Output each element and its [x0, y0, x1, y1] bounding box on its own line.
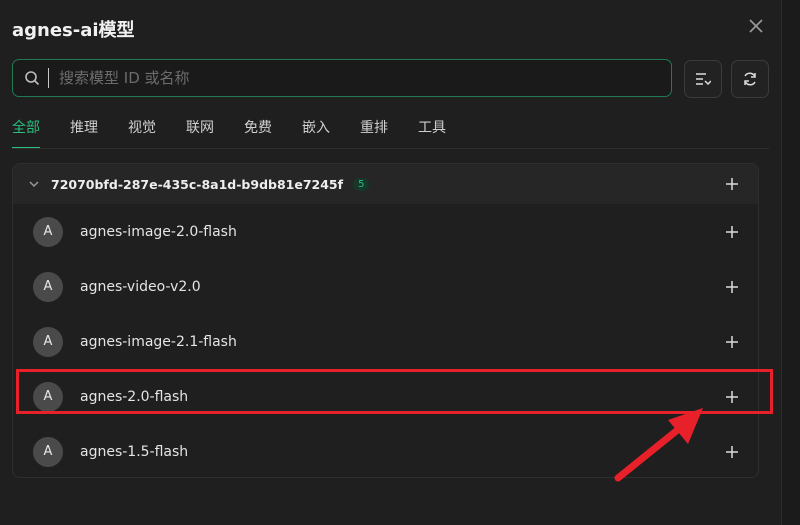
group-count-badge: 5 — [353, 177, 370, 191]
plus-icon — [726, 390, 738, 403]
refresh-button[interactable] — [731, 60, 769, 98]
search-input[interactable] — [57, 68, 671, 88]
tab-free[interactable]: 免费 — [244, 117, 272, 149]
model-name: agnes-1.5-flash — [80, 443, 189, 460]
tabs-divider — [12, 148, 769, 149]
refresh-icon — [744, 72, 756, 86]
avatar: A — [33, 216, 63, 247]
add-model-button[interactable] — [724, 334, 740, 350]
add-model-button[interactable] — [724, 389, 740, 405]
search-icon — [24, 70, 40, 86]
manage-models-button[interactable] — [684, 60, 722, 98]
dialog-title: agnes-ai模型 — [12, 20, 135, 41]
close-button[interactable] — [744, 14, 768, 38]
model-name: agnes-image-2.1-flash — [80, 333, 237, 350]
tab-web[interactable]: 联网 — [186, 117, 214, 149]
model-group: 72070bfd-287e-435c-8a1d-b9db81e7245f 5 A… — [12, 163, 759, 478]
tab-reasoning[interactable]: 推理 — [70, 117, 98, 149]
tab-all[interactable]: 全部 — [12, 117, 40, 149]
model-row[interactable]: A agnes-video-v2.0 — [13, 259, 758, 314]
model-row[interactable]: A agnes-1.5-flash — [13, 424, 758, 477]
group-name: 72070bfd-287e-435c-8a1d-b9db81e7245f — [51, 176, 344, 192]
tab-vision[interactable]: 视觉 — [128, 117, 156, 149]
add-group-button[interactable] — [724, 176, 740, 192]
text-caret — [48, 68, 49, 88]
plus-icon — [726, 280, 738, 293]
model-row[interactable]: A agnes-2.0-flash — [13, 369, 758, 424]
plus-icon — [726, 445, 738, 458]
plus-icon — [726, 178, 738, 190]
avatar: A — [33, 326, 63, 357]
group-header[interactable]: 72070bfd-287e-435c-8a1d-b9db81e7245f 5 — [13, 164, 758, 204]
model-row[interactable]: A agnes-image-2.1-flash — [13, 314, 758, 369]
plus-icon — [726, 335, 738, 348]
add-model-button[interactable] — [724, 224, 740, 240]
model-name: agnes-video-v2.0 — [80, 278, 201, 295]
avatar: A — [33, 436, 63, 467]
avatar: A — [33, 271, 63, 302]
tab-rerank[interactable]: 重排 — [360, 117, 388, 149]
add-model-button[interactable] — [724, 444, 740, 460]
tab-tools[interactable]: 工具 — [418, 117, 446, 149]
model-row[interactable]: A agnes-image-2.0-flash — [13, 204, 758, 259]
model-dialog: agnes-ai模型 全部 推理 视觉 联网 — [0, 0, 782, 525]
filter-tabs: 全部 推理 视觉 联网 免费 嵌入 重排 工具 — [12, 117, 476, 149]
tab-embedding[interactable]: 嵌入 — [302, 117, 330, 149]
close-icon — [749, 19, 763, 33]
model-name: agnes-2.0-flash — [80, 388, 189, 405]
avatar: A — [33, 381, 63, 412]
model-name: agnes-image-2.0-flash — [80, 223, 237, 240]
plus-icon — [726, 225, 738, 238]
search-box — [12, 59, 672, 97]
add-model-button[interactable] — [724, 279, 740, 295]
chevron-down-icon[interactable] — [27, 177, 41, 191]
list-add-icon — [696, 73, 711, 86]
